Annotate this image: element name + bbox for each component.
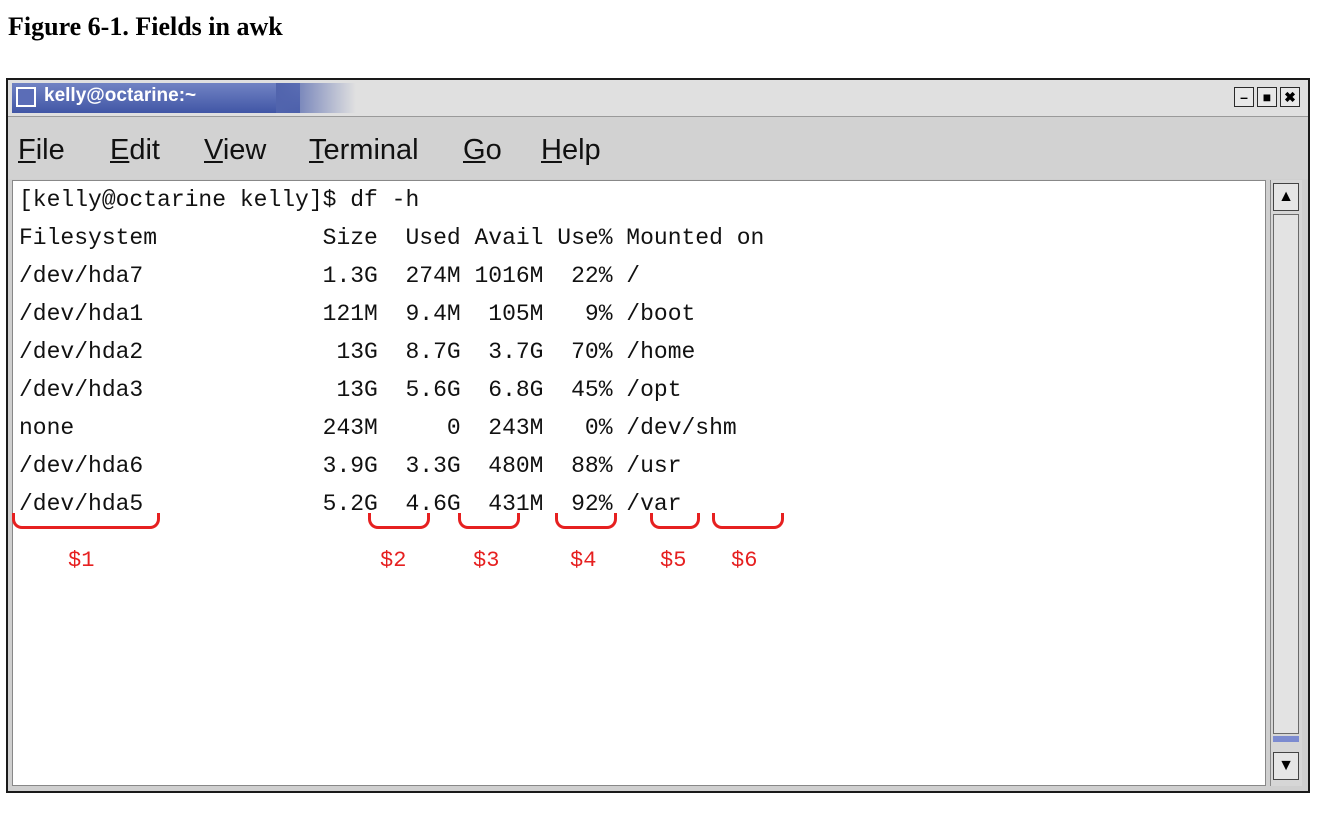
close-button[interactable]: ✖ [1280, 87, 1300, 107]
field-3-label: $3 [473, 548, 500, 573]
terminal-line: /dev/hda2 13G 8.7G 3.7G 70% /home [19, 339, 696, 365]
menu-go[interactable]: Go [463, 134, 502, 167]
terminal-line: Filesystem Size Used Avail Use% Mounted … [19, 225, 765, 251]
scroll-thumb[interactable] [1273, 214, 1299, 734]
terminal-line: /dev/hda1 121M 9.4M 105M 9% /boot [19, 301, 696, 327]
terminal-line: none 243M 0 243M 0% /dev/shm [19, 415, 737, 441]
terminal-line: /dev/hda3 13G 5.6G 6.8G 45% /opt [19, 377, 682, 403]
menu-terminal[interactable]: Terminal [309, 134, 419, 167]
field-3-bracket [458, 513, 520, 529]
maximize-button[interactable]: ■ [1257, 87, 1277, 107]
field-1-bracket [12, 513, 160, 529]
scroll-down-button[interactable]: ▼ [1273, 752, 1299, 780]
window-menu-icon[interactable] [16, 87, 36, 107]
menu-file[interactable]: File [18, 134, 65, 167]
minimize-button[interactable]: – [1234, 87, 1254, 107]
scroll-up-button[interactable]: ▲ [1273, 183, 1299, 211]
title-bar[interactable]: kelly@octarine:~ – ■ ✖ [8, 80, 1308, 117]
menu-help[interactable]: Help [541, 134, 601, 167]
menu-view[interactable]: View [204, 134, 266, 167]
field-5-bracket [650, 513, 700, 529]
window-title: kelly@octarine:~ [44, 85, 197, 106]
title-tab-fade [276, 83, 356, 113]
field-6-label: $6 [731, 548, 758, 573]
terminal-line: /dev/hda6 3.9G 3.3G 480M 88% /usr [19, 453, 682, 479]
vertical-scrollbar[interactable]: ▲ ▼ [1270, 180, 1302, 786]
figure-caption: Figure 6-1. Fields in awk [8, 12, 283, 41]
field-2-bracket [368, 513, 430, 529]
menu-bar: File Edit View Terminal Go Help [8, 117, 1308, 179]
scroll-grip [1273, 736, 1299, 742]
field-4-bracket [555, 513, 617, 529]
field-2-label: $2 [380, 548, 407, 573]
terminal-window: kelly@octarine:~ – ■ ✖ File Edit View Te… [6, 78, 1310, 793]
menu-edit[interactable]: Edit [110, 134, 160, 167]
terminal-line: [kelly@octarine kelly]$ df -h [19, 187, 420, 213]
field-1-label: $1 [68, 548, 95, 573]
field-5-label: $5 [660, 548, 687, 573]
terminal-line: /dev/hda7 1.3G 274M 1016M 22% / [19, 263, 641, 289]
field-6-bracket [712, 513, 784, 529]
field-4-label: $4 [570, 548, 597, 573]
terminal-screen[interactable]: [kelly@octarine kelly]$ df -h Filesystem… [12, 180, 1266, 786]
